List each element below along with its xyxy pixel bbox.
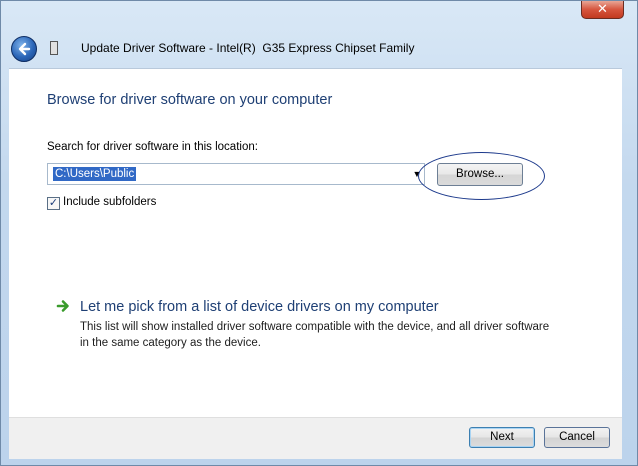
include-subfolders-checkbox[interactable]: ✓ [47, 197, 60, 210]
close-button[interactable]: ✕ [581, 1, 624, 19]
pick-from-list-description: This list will show installed driver sof… [80, 321, 550, 349]
window-title: Update Driver Software - Intel(R) G35 Ex… [81, 41, 415, 55]
search-location-label: Search for driver software in this locat… [47, 141, 258, 153]
location-combobox[interactable]: C:\Users\Public ▼ [47, 163, 425, 185]
dialog-window: ✕ Update Driver Software - Intel(R) G35 … [0, 0, 638, 466]
checkmark-icon: ✓ [48, 197, 59, 209]
dropdown-arrow-icon[interactable]: ▼ [412, 168, 422, 180]
browse-button[interactable]: Browse... [437, 163, 523, 186]
back-arrow-icon [18, 42, 31, 56]
include-subfolders-label[interactable]: Include subfolders [63, 196, 156, 208]
pick-from-list-link[interactable]: Let me pick from a list of device driver… [80, 299, 439, 315]
content-area [9, 68, 622, 417]
device-icon [50, 41, 58, 55]
location-value[interactable]: C:\Users\Public [53, 167, 137, 181]
next-button[interactable]: Next [469, 427, 535, 448]
green-arrow-icon [56, 300, 69, 312]
page-heading: Browse for driver software on your compu… [47, 92, 333, 108]
close-icon: ✕ [597, 1, 608, 16]
cancel-button[interactable]: Cancel [544, 427, 610, 448]
back-button[interactable] [11, 36, 37, 62]
